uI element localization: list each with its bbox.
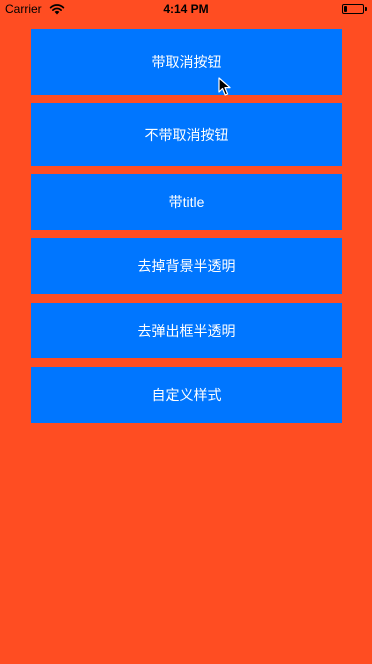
no-cancel-button-demo[interactable]: 不带取消按钮	[31, 103, 342, 166]
custom-style-button[interactable]: 自定义样式	[31, 367, 342, 423]
battery-level	[344, 6, 347, 12]
cancel-button-demo[interactable]: 带取消按钮	[31, 29, 342, 95]
battery-cap	[365, 7, 367, 11]
status-bar: Carrier 4:14 PM	[0, 0, 372, 20]
opaque-popup-button[interactable]: 去弹出框半透明	[31, 303, 342, 358]
title-demo-button[interactable]: 带title	[31, 174, 342, 230]
mouse-pointer-icon	[218, 77, 231, 96]
battery-icon	[342, 4, 364, 14]
clock: 4:14 PM	[163, 2, 209, 16]
opaque-background-button[interactable]: 去掉背景半透明	[31, 238, 342, 294]
